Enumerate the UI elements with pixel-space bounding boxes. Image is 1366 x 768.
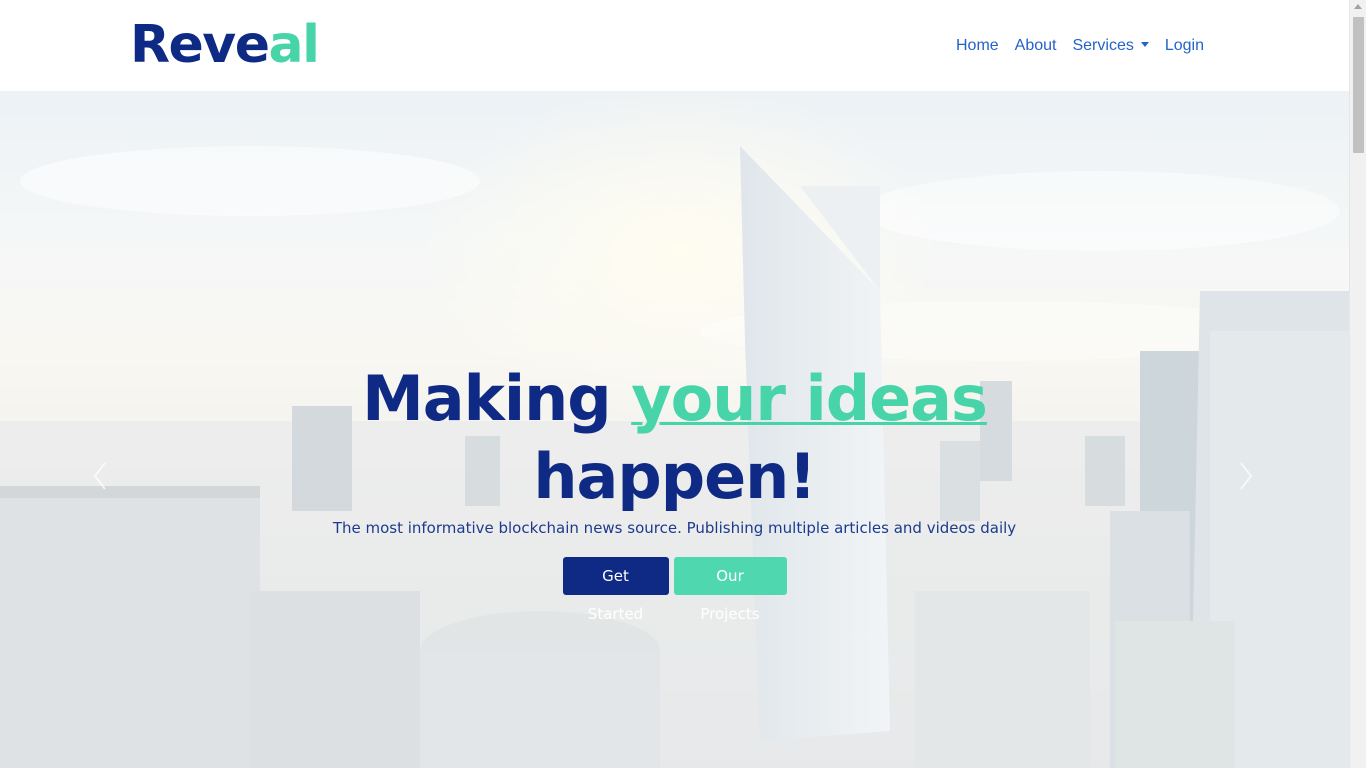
hero-title: Making your ideas happen! (0, 360, 1349, 516)
brand-logo-part1: Reve (130, 15, 270, 75)
brand-logo-part2: al (268, 15, 319, 75)
get-started-button[interactable]: Get Started (562, 557, 669, 623)
brand-logo[interactable]: Reveal (130, 14, 320, 76)
hero-title-accent: your ideas (631, 362, 988, 435)
scroll-up-arrow-icon[interactable] (1354, 4, 1362, 9)
nav-home-link[interactable]: Home (948, 36, 1007, 56)
our-projects-button[interactable]: Our Projects (673, 557, 787, 623)
nav-about-link[interactable]: About (1007, 36, 1065, 56)
nav-services-dropdown[interactable]: Services (1064, 36, 1156, 56)
nav-services-label: Services (1072, 37, 1134, 54)
main-nav: Home About Services Login (948, 36, 1212, 56)
navbar: Reveal Home About Services Login (0, 0, 1349, 91)
caret-down-icon (1140, 42, 1149, 47)
hero-subtitle: The most informative blockchain news sou… (332, 519, 1017, 537)
hero-title-part2: happen! (533, 440, 816, 513)
nav-login-link[interactable]: Login (1157, 36, 1212, 56)
hero-title-part1: Making (362, 362, 632, 435)
hero-carousel: Making your ideas happen! The most infor… (0, 91, 1349, 768)
hero-buttons: Get Started Our Projects (0, 557, 1349, 623)
page-scrollbar[interactable] (1349, 0, 1366, 768)
scrollbar-thumb[interactable] (1353, 17, 1364, 153)
